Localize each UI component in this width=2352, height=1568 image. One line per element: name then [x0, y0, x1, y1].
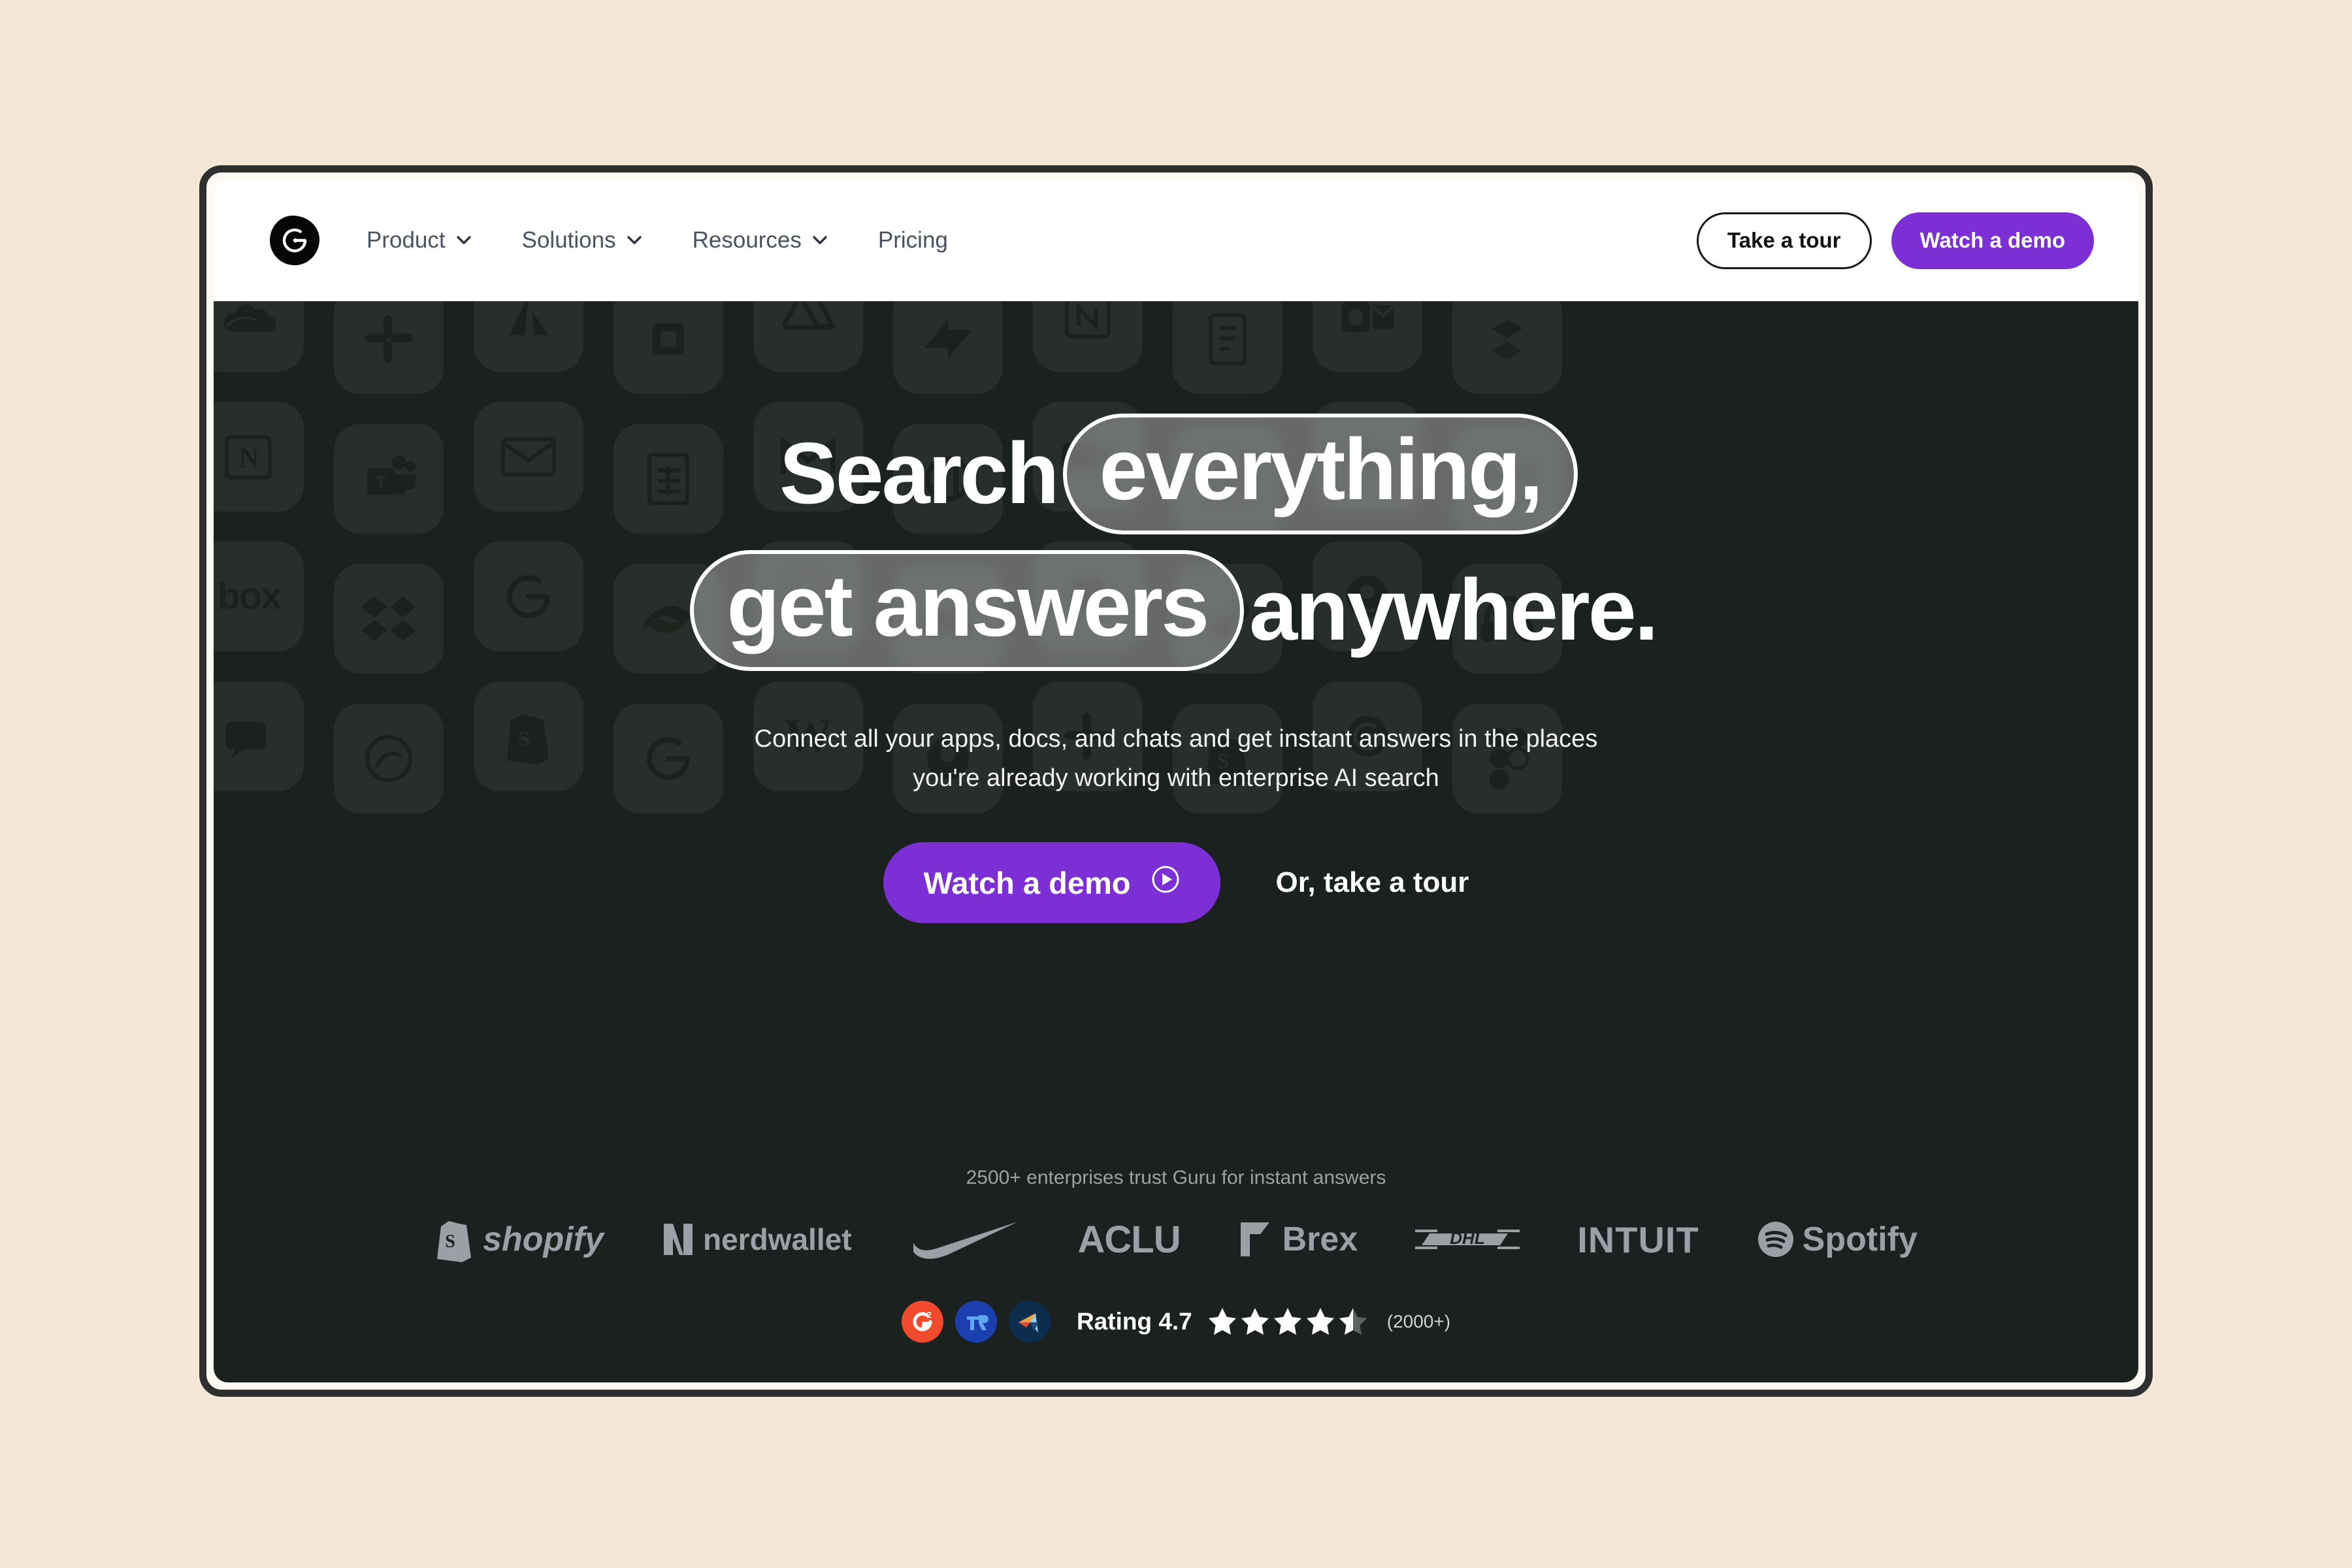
- headline-word-search: Search: [779, 425, 1060, 522]
- nav-item-pricing[interactable]: Pricing: [878, 227, 948, 253]
- top-navigation-bar: Product Solutions Resources Pricing Take…: [214, 180, 2138, 301]
- hero-cta-row: Watch a demo Or, take a tour: [883, 842, 1469, 924]
- nerdwallet-logo: nerdwallet: [661, 1221, 852, 1258]
- chevron-down-icon: [627, 236, 642, 245]
- nav-item-resources[interactable]: Resources: [693, 227, 827, 253]
- star-rating: [1207, 1306, 1370, 1337]
- svg-text:2: 2: [926, 1310, 931, 1320]
- brex-wordmark: Brex: [1282, 1220, 1358, 1258]
- rating-label: Rating 4.7: [1076, 1308, 1192, 1335]
- brex-logo: Brex: [1238, 1220, 1358, 1259]
- shopify-logo: S shopify: [434, 1216, 604, 1263]
- aclu-wordmark: ACLU: [1077, 1218, 1181, 1261]
- nav-item-label: Solutions: [521, 227, 616, 253]
- guru-logo-icon[interactable]: [270, 216, 319, 265]
- browser-window-frame: Product Solutions Resources Pricing Take…: [199, 165, 2153, 1397]
- chevron-down-icon: [813, 236, 827, 245]
- trustradius-badge-icon[interactable]: [955, 1301, 997, 1343]
- svg-text:DHL: DHL: [1450, 1228, 1485, 1248]
- intuit-wordmark: INTUIT: [1577, 1218, 1699, 1260]
- nike-logo: [909, 1217, 1021, 1262]
- hero-headline: Search everything, get answers anywhere.: [690, 414, 1661, 671]
- aclu-logo: ACLU: [1078, 1218, 1181, 1262]
- play-circle-icon: [1151, 865, 1180, 901]
- headline-line-2: get answers anywhere.: [690, 550, 1661, 671]
- customer-logo-row: S shopify nerdwallet ACLU Brex DHL INTUI…: [214, 1216, 2138, 1263]
- dhl-logo: DHL: [1415, 1223, 1520, 1256]
- take-a-tour-button[interactable]: Take a tour: [1696, 212, 1872, 269]
- hero-section: N box T S W S Search everything, get ans…: [214, 301, 2138, 1382]
- nav-item-label: Pricing: [877, 227, 948, 253]
- hero-subheading: Connect all your apps, docs, and chats a…: [754, 725, 1598, 792]
- watch-a-demo-cta-button[interactable]: Watch a demo: [883, 842, 1221, 924]
- intuit-logo: INTUIT: [1577, 1218, 1699, 1261]
- nerdwallet-wordmark: nerdwallet: [703, 1222, 852, 1256]
- nav-item-product[interactable]: Product: [367, 227, 471, 253]
- headline-chip-everything: everything,: [1062, 414, 1578, 534]
- or-take-a-tour-link[interactable]: Or, take a tour: [1275, 866, 1469, 899]
- trust-line: 2500+ enterprises trust Guru for instant…: [966, 1167, 1386, 1188]
- headline-chip-get-answers: get answers: [690, 550, 1245, 671]
- spotify-wordmark: Spotify: [1802, 1220, 1918, 1258]
- nav-item-label: Resources: [692, 227, 802, 253]
- headline-line-1: Search everything,: [690, 414, 1661, 534]
- g2-badge-icon[interactable]: 2: [901, 1301, 943, 1343]
- rating-row: 2 Rating 4.7 (2000+): [214, 1301, 2138, 1343]
- chevron-down-icon: [456, 236, 471, 245]
- nav-item-label: Product: [367, 227, 446, 253]
- watch-a-demo-button[interactable]: Watch a demo: [1891, 212, 2094, 269]
- capterra-badge-icon[interactable]: [1008, 1301, 1051, 1343]
- nav-item-solutions[interactable]: Solutions: [522, 227, 642, 253]
- spotify-logo: Spotify: [1757, 1220, 1918, 1259]
- rating-count: (2000+): [1386, 1311, 1451, 1331]
- watch-a-demo-cta-label: Watch a demo: [923, 865, 1131, 900]
- browser-viewport: Product Solutions Resources Pricing Take…: [214, 180, 2138, 1382]
- shopify-wordmark: shopify: [483, 1220, 604, 1258]
- nav-links: Product Solutions Resources Pricing: [367, 227, 999, 253]
- svg-text:S: S: [445, 1232, 455, 1252]
- headline-word-anywhere: anywhere.: [1249, 562, 1659, 659]
